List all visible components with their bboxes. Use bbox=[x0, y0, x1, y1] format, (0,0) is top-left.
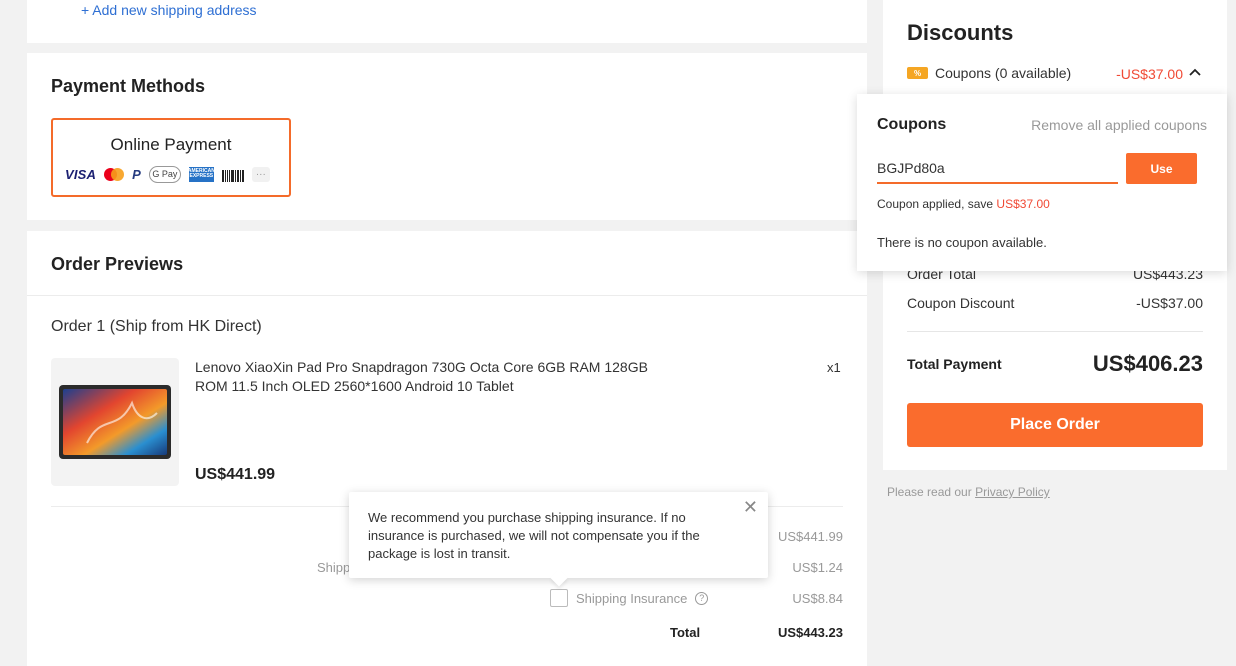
use-coupon-button[interactable]: Use bbox=[1126, 153, 1197, 184]
coupon-applied-message: Coupon applied, save US$37.00 bbox=[877, 197, 1050, 211]
shipping-insurance-checkbox[interactable] bbox=[550, 589, 568, 607]
product-image[interactable] bbox=[51, 358, 179, 486]
place-order-button[interactable]: Place Order bbox=[907, 403, 1203, 447]
remove-all-coupons-link[interactable]: Remove all applied coupons bbox=[1031, 117, 1207, 133]
shipping-address-card: + Add new shipping address bbox=[27, 0, 867, 43]
close-icon[interactable]: ✕ bbox=[743, 498, 758, 516]
coupon-applied-amount: US$37.00 bbox=[996, 197, 1050, 211]
payment-methods-card: Payment Methods Online Payment VISA P G … bbox=[27, 53, 867, 220]
discounts-title: Discounts bbox=[907, 20, 1014, 45]
subtotal-value: US$441.99 bbox=[777, 529, 843, 544]
shipping-label: Shipp bbox=[317, 560, 351, 575]
shipping-insurance-row[interactable]: Shipping Insurance ? bbox=[550, 589, 709, 607]
total-payment-value: US$406.23 bbox=[1092, 351, 1203, 376]
order-previews-title: Order Previews bbox=[51, 254, 184, 274]
coupons-label: Coupons (0 available) bbox=[935, 65, 1072, 81]
shipping-insurance-label: Shipping Insurance bbox=[576, 590, 688, 606]
divider bbox=[27, 295, 867, 296]
privacy-prefix: Please read our bbox=[887, 485, 976, 499]
order-previews-card: Order Previews Order 1 (Ship from HK Dir… bbox=[27, 231, 867, 666]
add-shipping-address-link[interactable]: + Add new shipping address bbox=[81, 2, 257, 18]
coupon-code-input[interactable] bbox=[877, 154, 1118, 184]
amex-icon: AMERICAN EXPRESS bbox=[188, 166, 215, 182]
boleto-icon bbox=[221, 167, 244, 182]
privacy-notice: Please read our Privacy Policy bbox=[887, 485, 1050, 499]
shipping-value: US$1.24 bbox=[792, 560, 843, 575]
google-pay-icon: G Pay bbox=[148, 165, 181, 183]
product-name[interactable]: Lenovo XiaoXin Pad Pro Snapdragon 730G O… bbox=[195, 358, 665, 396]
coupon-popup: Coupons Remove all applied coupons Use C… bbox=[857, 94, 1227, 271]
product-price: US$441.99 bbox=[195, 466, 276, 483]
order-subtitle: Order 1 (Ship from HK Direct) bbox=[51, 318, 262, 335]
online-payment-label: Online Payment bbox=[110, 135, 232, 154]
visa-icon: VISA bbox=[65, 166, 97, 182]
tablet-image-icon bbox=[59, 385, 171, 459]
more-methods-icon: ··· bbox=[251, 166, 270, 182]
divider bbox=[907, 331, 1203, 332]
coupon-discount-label: Coupon Discount bbox=[907, 295, 1015, 311]
insurance-tooltip: We recommend you purchase shipping insur… bbox=[349, 492, 768, 587]
coupon-icon: % bbox=[907, 67, 928, 79]
coupons-toggle[interactable]: % Coupons (0 available) -US$37.00 bbox=[907, 64, 1203, 82]
no-coupon-message: There is no coupon available. bbox=[877, 235, 1047, 250]
coupon-discount-value: -US$37.00 bbox=[1136, 295, 1203, 311]
privacy-policy-link[interactable]: Privacy Policy bbox=[975, 485, 1050, 499]
paypal-icon: P bbox=[132, 166, 141, 182]
product-quantity: x1 bbox=[827, 360, 841, 375]
payment-logos: VISA P G Pay AMERICAN EXPRESS ··· bbox=[65, 164, 270, 184]
total-payment-label: Total Payment bbox=[907, 356, 1002, 372]
help-icon[interactable]: ? bbox=[695, 591, 709, 605]
mastercard-icon bbox=[104, 167, 125, 181]
coupon-popup-title: Coupons bbox=[877, 116, 947, 133]
coupon-amount: -US$37.00 bbox=[1116, 66, 1183, 82]
chevron-up-icon[interactable] bbox=[1189, 67, 1201, 79]
coupon-applied-prefix: Coupon applied, save bbox=[877, 197, 997, 211]
insurance-value: US$8.84 bbox=[792, 591, 843, 606]
tooltip-text: We recommend you purchase shipping insur… bbox=[368, 510, 700, 561]
payment-methods-title: Payment Methods bbox=[51, 76, 206, 96]
total-value: US$443.23 bbox=[777, 625, 843, 640]
total-label: Total bbox=[670, 625, 701, 640]
online-payment-option[interactable]: Online Payment VISA P G Pay AMERICAN EXP… bbox=[51, 118, 291, 197]
